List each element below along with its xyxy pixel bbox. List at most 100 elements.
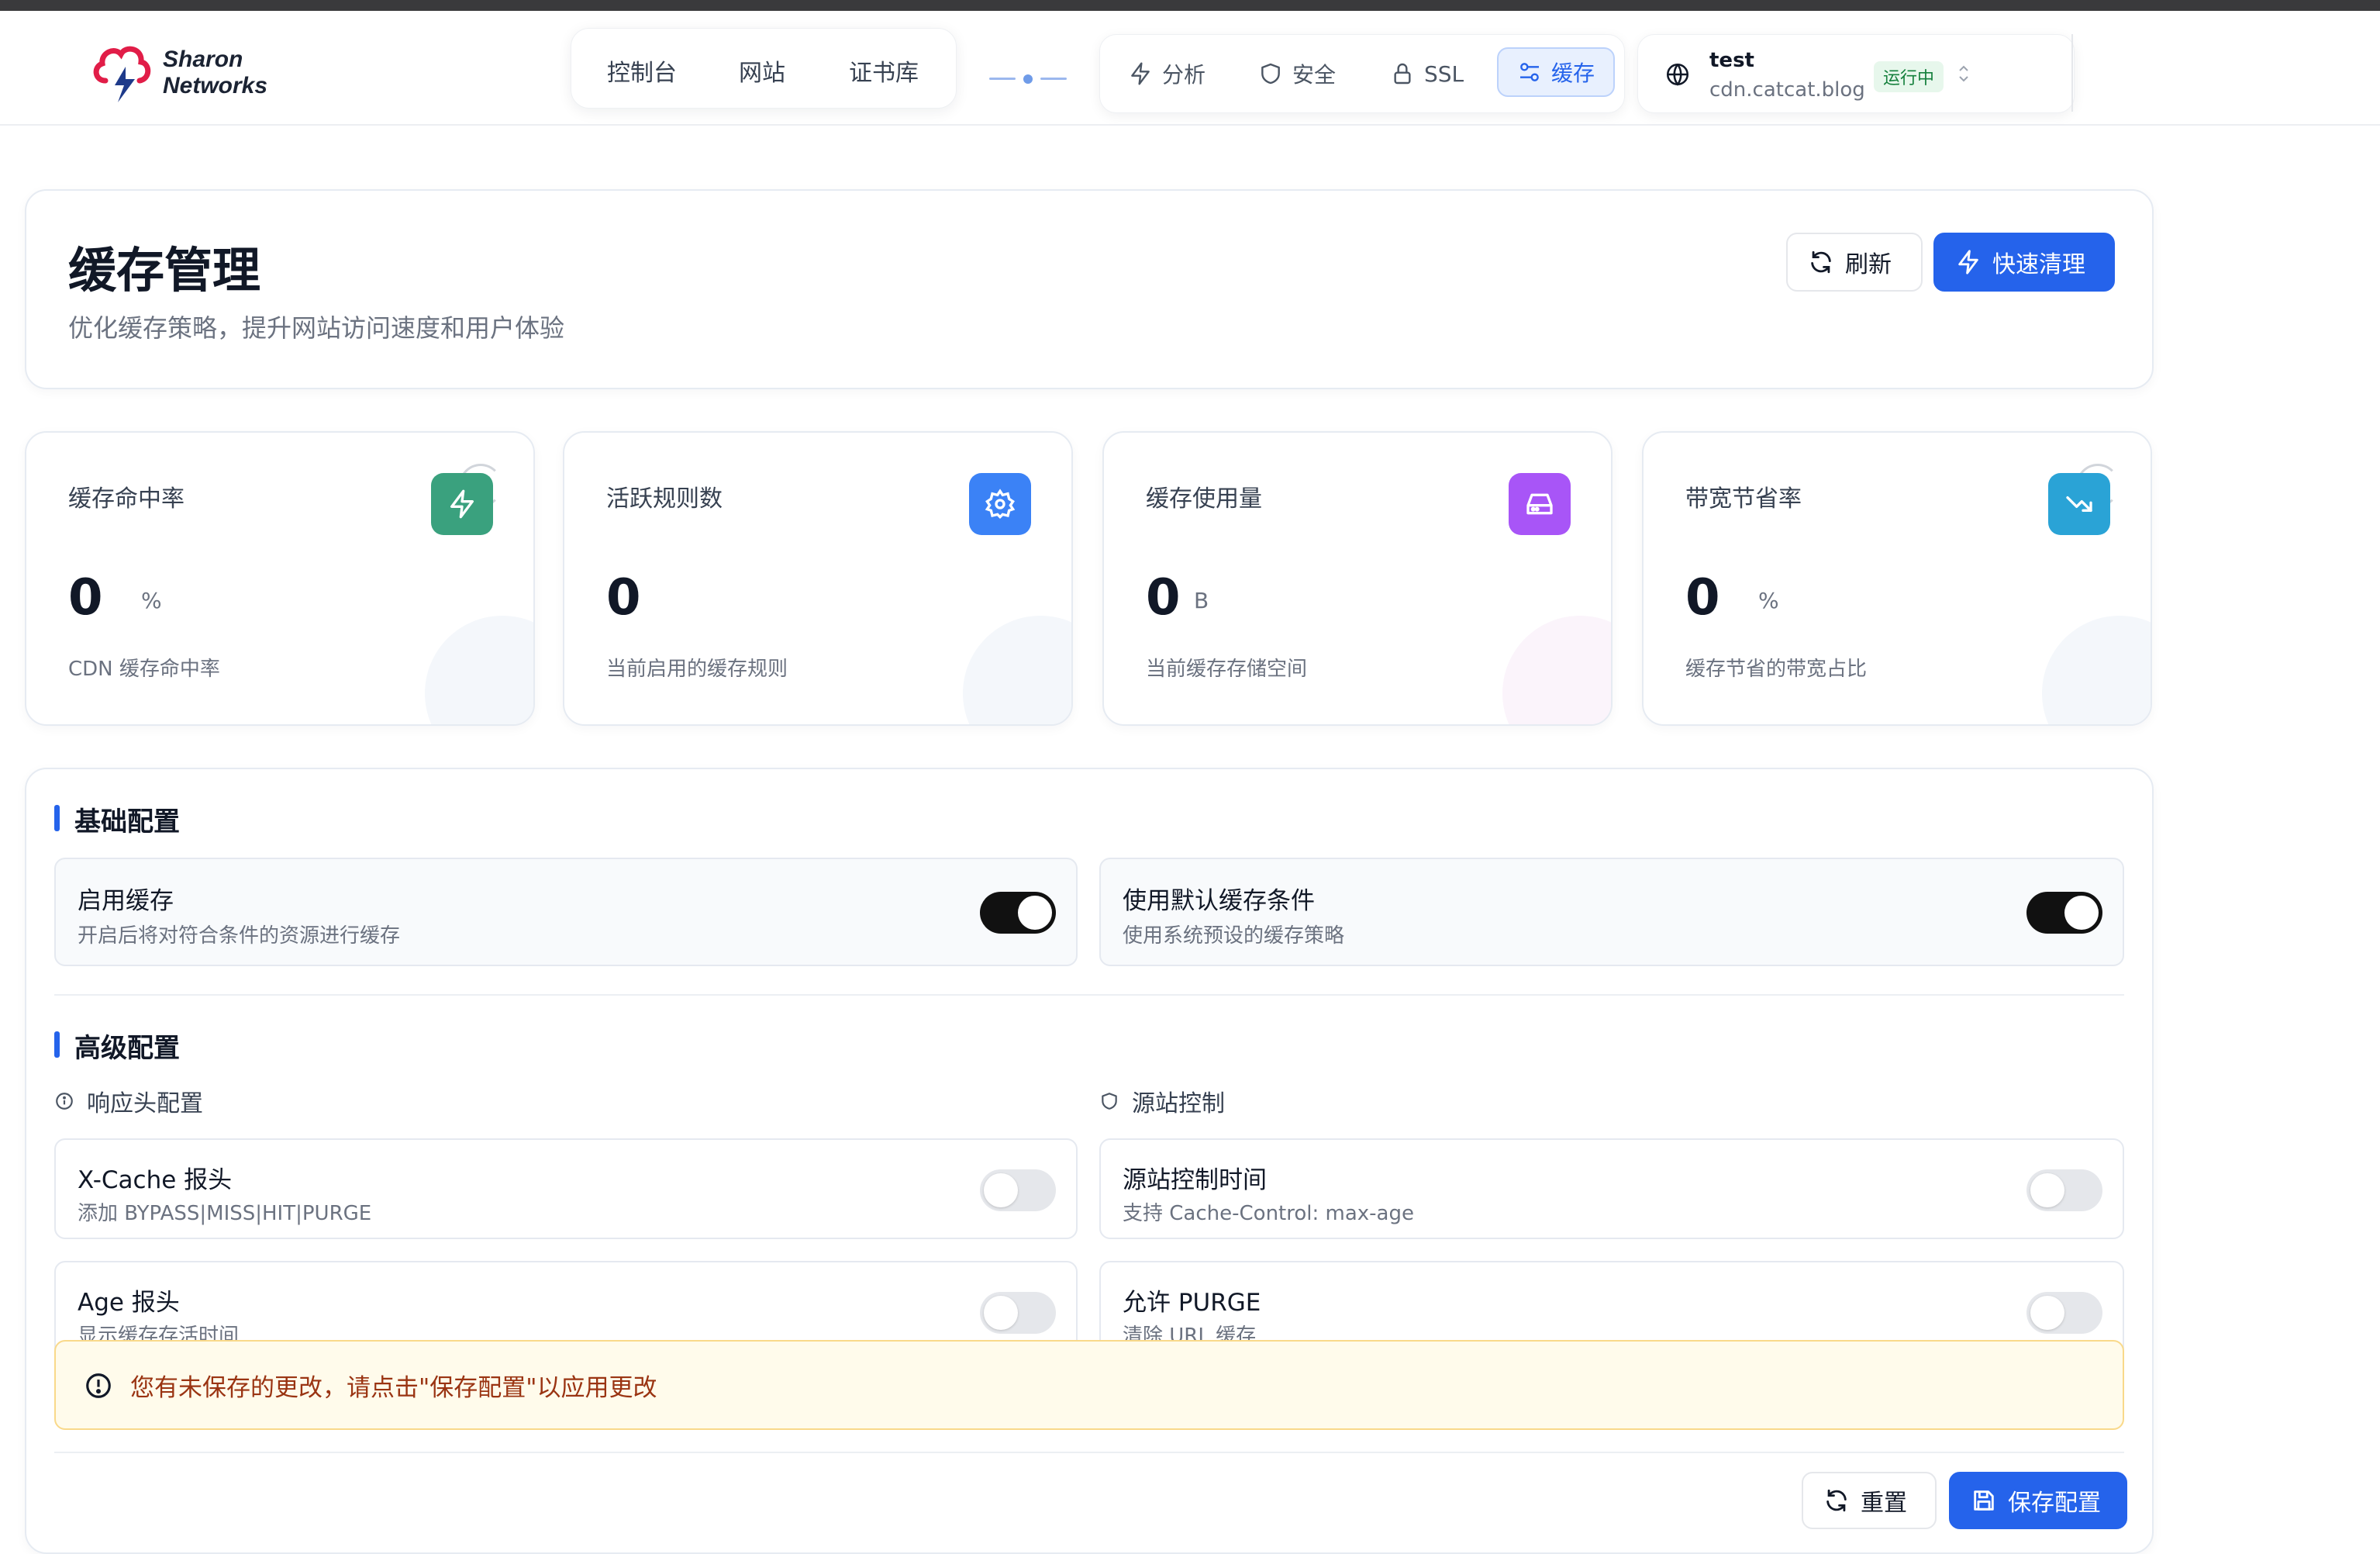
top-header: Sharon Networks 控制台 网站 证书库 分析 安全 SSL 缓存: [0, 11, 2380, 126]
tab-security[interactable]: 安全: [1258, 50, 1336, 97]
tab-security-label: 安全: [1292, 62, 1337, 88]
origin-control-group: 源站控制: [1099, 1084, 1225, 1118]
origin-control-toggle[interactable]: [2026, 1169, 2102, 1211]
save-config-button[interactable]: 保存配置: [1949, 1472, 2127, 1529]
info-icon: [56, 1093, 73, 1110]
tab-cache[interactable]: 缓存: [1497, 47, 1616, 97]
globe-icon: [1666, 63, 1689, 86]
stat-icon-badge: [1509, 473, 1571, 535]
main-nav: 控制台 网站 证书库: [571, 28, 957, 109]
stat-label: 带宽节省率: [1685, 485, 1802, 513]
enable-cache-toggle[interactable]: [980, 892, 1056, 934]
tab-ssl-label: SSL: [1424, 60, 1464, 87]
page-header-card: 缓存管理 优化缓存策略，提升网站访问速度和用户体验 刷新 快速清理: [25, 189, 2154, 389]
brand-name-line1: Sharon: [163, 47, 243, 72]
stat-card-cache-usage: 缓存使用量 0 B 当前缓存存储空间: [1102, 431, 1613, 726]
stat-unit: %: [1758, 588, 1779, 613]
option-origin-control-time: 源站控制时间 支持 Cache-Control: max-age: [1099, 1138, 2124, 1239]
header-divider: [2071, 34, 2073, 112]
tab-cache-label: 缓存: [1551, 60, 1595, 86]
gear-icon: [985, 489, 1016, 520]
lightning-icon: [450, 489, 474, 519]
brand-name-line2: Networks: [163, 73, 268, 98]
default-conditions-toggle[interactable]: [2026, 892, 2102, 934]
tab-ssl[interactable]: SSL: [1390, 50, 1464, 97]
quick-purge-label: 快速清理: [1992, 251, 2085, 278]
group-label: 响应头配置: [87, 1090, 203, 1117]
stat-label: 活跃规则数: [606, 485, 723, 513]
stat-icon-badge: [2048, 473, 2110, 535]
quick-purge-button[interactable]: 快速清理: [1933, 233, 2115, 292]
page-subtitle: 优化缓存策略，提升网站访问速度和用户体验: [68, 313, 565, 343]
footer-divider: [54, 1452, 2124, 1453]
site-domain: cdn.catcat.blog: [1709, 78, 1865, 102]
response-header-group: 响应头配置: [54, 1084, 203, 1118]
lightning-icon: [1131, 62, 1150, 85]
stat-unit: %: [141, 588, 162, 613]
nav-separator: [989, 74, 1067, 84]
option-title: 源站控制时间: [1123, 1166, 1267, 1194]
sliders-icon: [1520, 63, 1539, 81]
brand-name: Sharon Networks: [163, 47, 267, 99]
nav-websites[interactable]: 网站: [739, 54, 785, 88]
section-divider: [54, 994, 2124, 996]
option-title: 允许 PURGE: [1123, 1289, 1261, 1317]
option-title: Age 报头: [78, 1289, 180, 1317]
stat-value: 0: [1146, 569, 1181, 627]
shield-icon: [1102, 1093, 1117, 1110]
allow-purge-toggle[interactable]: [2026, 1292, 2102, 1334]
hard-drive-icon: [1526, 493, 1553, 515]
stat-description: 缓存节省的带宽占比: [1685, 658, 1868, 681]
option-title: 启用缓存: [78, 887, 174, 915]
reset-label: 重置: [1861, 1490, 1907, 1517]
basic-config-title: 基础配置: [54, 800, 180, 838]
option-title: X-Cache 报头: [78, 1166, 233, 1194]
lock-icon: [1394, 63, 1411, 85]
nav-certificates[interactable]: 证书库: [849, 54, 919, 88]
unsaved-changes-text: 您有未保存的更改，请点击"保存配置"以应用更改: [130, 1374, 657, 1402]
age-header-toggle[interactable]: [980, 1292, 1056, 1334]
stat-label: 缓存命中率: [68, 485, 185, 513]
option-x-cache-header: X-Cache 报头 添加 BYPASS|MISS|HIT|PURGE: [54, 1138, 1078, 1239]
cache-config-card: 基础配置 启用缓存 开启后将对符合条件的资源进行缓存 使用默认缓存条件 使用系统…: [25, 768, 2154, 1554]
stat-description: CDN 缓存命中率: [68, 658, 220, 681]
option-enable-cache: 启用缓存 开启后将对符合条件的资源进行缓存: [54, 858, 1078, 966]
nav-console[interactable]: 控制台: [607, 54, 677, 88]
site-tabs: 分析 安全 SSL 缓存: [1099, 34, 1625, 113]
stat-label: 缓存使用量: [1146, 485, 1262, 513]
stat-description: 当前启用的缓存规则: [606, 658, 788, 681]
trending-down-icon: [2066, 496, 2092, 512]
option-title: 使用默认缓存条件: [1123, 887, 1315, 915]
group-label: 源站控制: [1132, 1090, 1225, 1117]
page-title: 缓存管理: [68, 242, 261, 299]
stat-icon-badge: [969, 473, 1031, 535]
stat-card-active-rules: 活跃规则数 0 当前启用的缓存规则: [563, 431, 1073, 726]
option-description: 开启后将对符合条件的资源进行缓存: [78, 924, 401, 948]
stat-description: 当前缓存存储空间: [1146, 658, 1308, 681]
status-badge: 运行中: [1874, 61, 1944, 92]
site-name: test: [1709, 49, 1754, 72]
advanced-config-title: 高级配置: [54, 1027, 180, 1065]
refresh-icon: [1826, 1489, 1847, 1512]
alert-circle-icon: [86, 1373, 111, 1398]
brand-logo[interactable]: Sharon Networks: [91, 34, 293, 112]
chevron-updown-icon: [1959, 65, 1968, 82]
window-top-strip: [0, 0, 2380, 11]
save-config-label: 保存配置: [2008, 1490, 2101, 1517]
shield-icon: [1261, 63, 1280, 85]
site-selector[interactable]: test cdn.catcat.blog 运行中: [1637, 34, 2075, 113]
cloud-bolt-logo-icon: [93, 46, 151, 102]
save-icon: [1974, 1490, 1994, 1511]
unsaved-changes-alert: 您有未保存的更改，请点击"保存配置"以应用更改: [54, 1340, 2124, 1430]
reset-button[interactable]: 重置: [1802, 1472, 1937, 1529]
x-cache-toggle[interactable]: [980, 1169, 1056, 1211]
stat-value: 0: [606, 569, 641, 627]
refresh-icon: [1811, 250, 1831, 274]
lightning-icon: [1958, 250, 1978, 275]
tab-analytics[interactable]: 分析: [1128, 50, 1206, 97]
stat-value: 0: [68, 569, 103, 627]
stat-unit: B: [1194, 588, 1209, 613]
option-description: 支持 Cache-Control: max-age: [1123, 1202, 1414, 1225]
option-default-conditions: 使用默认缓存条件 使用系统预设的缓存策略: [1099, 858, 2124, 966]
refresh-button[interactable]: 刷新: [1786, 233, 1923, 292]
